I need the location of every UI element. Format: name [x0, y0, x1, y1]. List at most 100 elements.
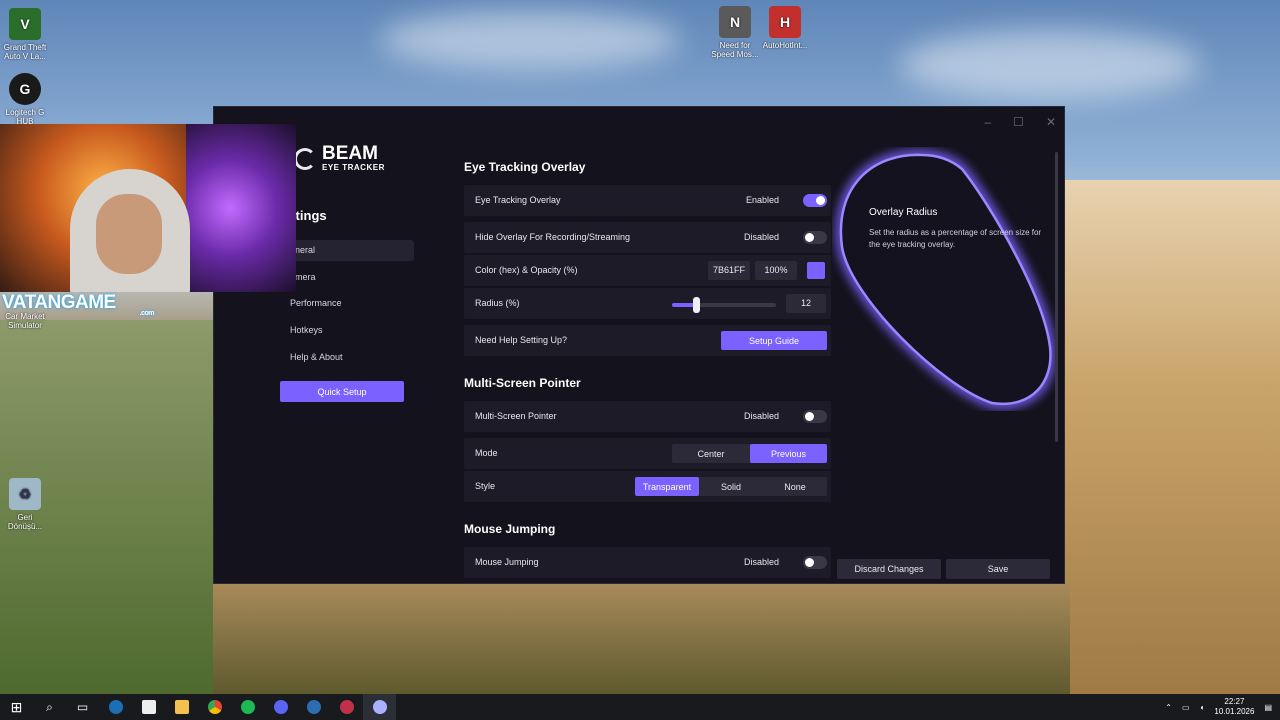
style-option-none[interactable]: None — [763, 477, 827, 496]
beam-logo-icon — [294, 147, 316, 170]
desktop-icon-autohotkey[interactable]: H AutoHotInt... — [760, 6, 810, 50]
info-title: Overlay Radius — [869, 207, 938, 218]
clock[interactable]: 22:27 10.01.2026 — [1214, 697, 1254, 717]
cliff-bottom — [170, 584, 1070, 694]
minimize-icon[interactable]: – — [984, 115, 991, 129]
chevron-up-icon[interactable]: ⌃ — [1165, 703, 1172, 712]
opacity-field[interactable]: 100% — [755, 261, 797, 280]
beam-icon[interactable] — [363, 694, 396, 720]
overlay-shape — [839, 153, 1052, 406]
sidebar-item-hotkeys[interactable]: Hotkeys — [280, 320, 414, 341]
desktop-icon-label: Need for Speed Mos... — [711, 41, 759, 59]
maximize-icon[interactable]: ☐ — [1013, 115, 1024, 129]
beam-settings-window: – ☐ ✕ BEAM EYE TRACKER ettings eneral am… — [213, 106, 1065, 584]
row-help: Need Help Setting Up? Setup Guide — [464, 325, 831, 356]
sidebar-item-performance[interactable]: Performance — [280, 293, 414, 314]
mode-segmented-control: Center Previous — [672, 444, 827, 463]
status-text: Disabled — [743, 557, 779, 567]
status-text: Disabled — [743, 411, 779, 421]
discord-icon[interactable] — [264, 694, 297, 720]
row-label: Need Help Setting Up? — [475, 335, 568, 345]
row-label: Multi-Screen Pointer — [475, 411, 557, 421]
desktop-icon-recycle-bin[interactable]: ♻ Geri Dönüşü... — [0, 478, 50, 531]
quick-setup-button[interactable]: Quick Setup — [280, 381, 404, 402]
row-multi-screen-pointer: Multi-Screen Pointer Disabled — [464, 401, 831, 432]
row-color-opacity: Color (hex) & Opacity (%) 7B61FF 100% — [464, 255, 831, 286]
row-label: Eye Tracking Overlay — [475, 195, 561, 205]
recycle-bin-icon: ♻ — [9, 478, 41, 510]
setup-guide-button[interactable]: Setup Guide — [721, 331, 827, 350]
row-label: Color (hex) & Opacity (%) — [475, 265, 578, 275]
steam-icon-2[interactable] — [297, 694, 330, 720]
chrome-icon[interactable] — [198, 694, 231, 720]
search-icon[interactable]: ⌕ — [33, 694, 66, 720]
mode-option-previous[interactable]: Previous — [750, 444, 827, 463]
store-dot — [141, 700, 156, 714]
row-label: Style — [475, 481, 496, 491]
app-icon[interactable] — [330, 694, 363, 720]
slider-thumb[interactable] — [692, 297, 700, 313]
row-hide-overlay: Hide Overlay For Recording/Streaming Dis… — [464, 222, 831, 253]
network-icon[interactable]: ▭ — [1182, 703, 1190, 712]
sidebar-item-help-about[interactable]: Help & About — [280, 347, 414, 368]
folder-icon[interactable] — [165, 694, 198, 720]
row-style: Style Transparent Solid None — [464, 471, 831, 502]
discard-changes-button[interactable]: Discard Changes — [837, 559, 941, 579]
stream-logo-text: VATANGAME — [2, 292, 116, 313]
brand-name: BEAM — [322, 143, 378, 164]
desktop-icon-label: Geri Dönüşü... — [7, 513, 43, 531]
store-icon[interactable] — [132, 694, 165, 720]
brand-sub: EYE TRACKER — [322, 163, 385, 172]
style-segmented-control: Transparent Solid None — [635, 477, 827, 496]
row-mouse-jumping: Mouse Jumping Disabled — [464, 547, 831, 578]
folder-dot — [174, 700, 189, 714]
desktop-icon-logitech[interactable]: G Logitech G HUB — [0, 73, 50, 126]
row-label: Hide Overlay For Recording/Streaming — [475, 232, 631, 242]
section-title-eye-tracking: Eye Tracking Overlay — [464, 160, 586, 174]
system-tray: ⌃ ▭ ◖ 22:27 10.01.2026 ▤ — [1165, 694, 1280, 720]
beam-dot — [372, 700, 387, 714]
row-label: Mode — [475, 448, 498, 458]
desktop-icon-gta[interactable]: V Grand Theft Auto V La... — [0, 8, 50, 61]
row-label: Radius (%) — [475, 298, 520, 308]
steam-icon[interactable] — [99, 694, 132, 720]
webcam-overlay — [0, 124, 296, 292]
eye-tracking-overlay-toggle[interactable] — [803, 194, 827, 207]
gta-icon: V — [9, 8, 41, 40]
notification-icon[interactable]: ▤ — [1264, 703, 1272, 712]
chrome-dot — [207, 700, 222, 714]
discord-dot — [273, 700, 288, 714]
status-text: Disabled — [743, 232, 779, 242]
style-option-transparent[interactable]: Transparent — [635, 477, 699, 496]
save-button[interactable]: Save — [946, 559, 1050, 579]
color-swatch[interactable] — [807, 262, 825, 279]
mode-option-center[interactable]: Center — [672, 444, 750, 463]
radius-slider[interactable] — [672, 297, 776, 313]
scrollbar[interactable] — [1055, 152, 1058, 442]
radius-value-field[interactable]: 12 — [786, 294, 826, 313]
toggle-knob — [816, 196, 825, 205]
sidebar-nav: eneral amera Performance Hotkeys Help & … — [280, 240, 414, 373]
logitech-icon: G — [9, 73, 41, 105]
windows-icon[interactable]: ⊞ — [0, 694, 33, 720]
settings-content: Eye Tracking Overlay Eye Tracking Overla… — [464, 107, 831, 583]
brand: BEAM EYE TRACKER — [294, 143, 385, 172]
hide-overlay-toggle[interactable] — [803, 231, 827, 244]
sidebar-item-camera[interactable]: amera — [280, 267, 414, 288]
info-text: Set the radius as a percentage of screen… — [869, 228, 1042, 249]
toggle-knob — [805, 412, 814, 421]
spotify-dot — [240, 700, 255, 714]
close-icon[interactable]: ✕ — [1046, 115, 1056, 129]
stream-logo: VATANGAME .com — [0, 292, 160, 318]
cliff-right — [1065, 180, 1280, 694]
volume-icon[interactable]: ◖ — [1200, 703, 1205, 712]
desktop-icon-nfs[interactable]: N Need for Speed Mos... — [710, 6, 760, 59]
window-controls: – ☐ ✕ — [984, 115, 1056, 129]
style-option-solid[interactable]: Solid — [699, 477, 763, 496]
color-hex-field[interactable]: 7B61FF — [708, 261, 750, 280]
multi-screen-pointer-toggle[interactable] — [803, 410, 827, 423]
sidebar-item-general[interactable]: eneral — [280, 240, 414, 261]
task-view-icon[interactable]: ▭ — [66, 694, 99, 720]
spotify-icon[interactable] — [231, 694, 264, 720]
mouse-jumping-toggle[interactable] — [803, 556, 827, 569]
